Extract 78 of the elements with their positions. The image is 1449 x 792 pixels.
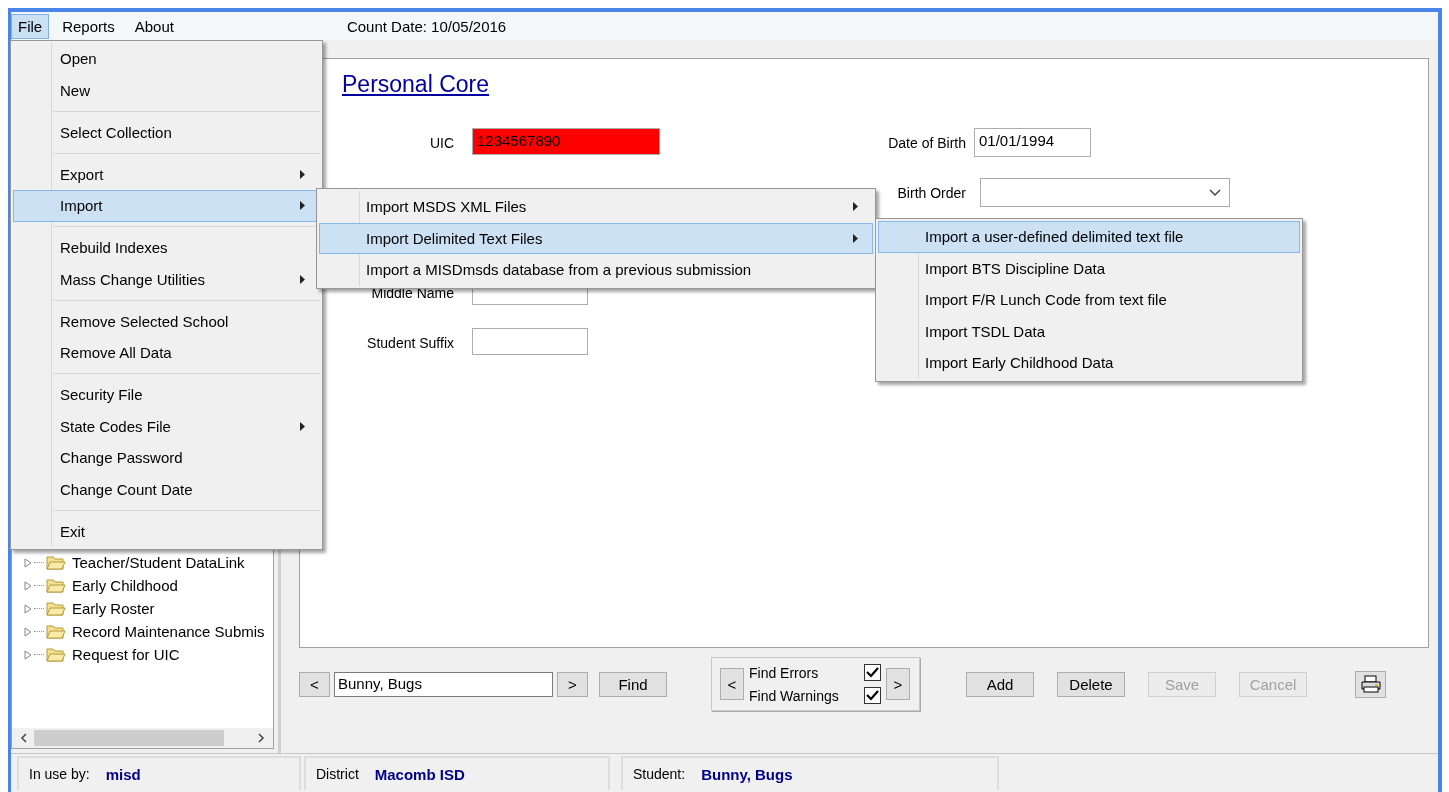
menu-item[interactable]: Import a MISDmsds database from a previous submission bbox=[319, 254, 873, 286]
dropdown[interactable] bbox=[980, 178, 1230, 207]
horizontal-scrollbar[interactable] bbox=[12, 728, 273, 748]
submenu-arrow-icon bbox=[300, 201, 305, 211]
status-label: In use by: bbox=[29, 766, 90, 782]
folder-icon bbox=[46, 601, 66, 616]
menu-item[interactable]: Export bbox=[13, 158, 320, 190]
tree-item[interactable]: Request for UIC bbox=[72, 646, 180, 663]
previous-button[interactable]: < bbox=[720, 668, 744, 700]
previous-button[interactable]: < bbox=[299, 671, 330, 697]
menu-item[interactable]: Mass Change Utilities bbox=[13, 263, 320, 295]
menu-item[interactable]: State Codes File bbox=[13, 410, 320, 442]
next-button[interactable]: > bbox=[886, 668, 910, 700]
print-button[interactable] bbox=[1355, 670, 1386, 698]
menu-item[interactable]: Rebuild Indexes bbox=[13, 232, 320, 264]
checkbox-label: Find Warnings bbox=[749, 687, 839, 704]
field-label: Birth Order bbox=[896, 184, 966, 201]
folder-icon bbox=[46, 555, 66, 570]
tree-item[interactable]: Record Maintenance Submis bbox=[72, 623, 265, 640]
tree-item[interactable]: Early Childhood bbox=[72, 577, 178, 594]
status-label: Student: bbox=[633, 766, 686, 782]
menu-item[interactable]: Select Collection bbox=[13, 116, 320, 148]
menu-item[interactable]: Change Count Date bbox=[13, 473, 320, 505]
tree-item[interactable]: Early Roster bbox=[72, 600, 155, 617]
menu-item[interactable]: Import F/R Lunch Code from text file bbox=[878, 284, 1300, 316]
input-field[interactable]: 01/01/1994 bbox=[974, 128, 1091, 157]
menu-item[interactable]: Import Early Childhood Data bbox=[878, 347, 1300, 379]
next-button[interactable]: > bbox=[557, 671, 588, 697]
submenu-arrow-icon bbox=[853, 233, 858, 243]
status-value: Bunny, Bugs bbox=[701, 765, 793, 783]
expand-icon[interactable] bbox=[24, 557, 32, 568]
form-title[interactable]: Personal Core bbox=[342, 71, 490, 98]
input-field[interactable] bbox=[472, 328, 588, 355]
submenu-arrow-icon bbox=[853, 202, 858, 212]
folder-icon bbox=[46, 578, 66, 593]
menu-item[interactable]: Open bbox=[13, 43, 320, 75]
tree-item[interactable]: Teacher/Student DataLink bbox=[72, 554, 245, 571]
count-date: Count Date: 10/05/2016 bbox=[346, 17, 507, 35]
search-field[interactable]: Bunny, Bugs bbox=[334, 671, 553, 697]
action-button[interactable]: Add bbox=[966, 671, 1034, 697]
menu-item[interactable]: Import Delimited Text Files bbox=[319, 222, 873, 254]
expand-icon[interactable] bbox=[24, 603, 32, 614]
menu-item[interactable]: New bbox=[13, 74, 320, 106]
submenu-arrow-icon bbox=[300, 169, 305, 179]
menu-item[interactable]: Remove Selected School bbox=[13, 305, 320, 337]
menu-item[interactable]: Reports bbox=[55, 13, 122, 39]
find-button[interactable]: Find bbox=[599, 671, 667, 697]
menu-item[interactable]: Import MSDS XML Files bbox=[319, 191, 873, 223]
scroll-left-icon[interactable] bbox=[20, 733, 28, 743]
folder-icon bbox=[46, 647, 66, 662]
checkbox[interactable] bbox=[864, 664, 881, 681]
menu-item[interactable]: Change Password bbox=[13, 442, 320, 474]
menu-item[interactable]: Import a user-defined delimited text file bbox=[878, 221, 1300, 253]
menu-item[interactable]: Exit bbox=[13, 515, 320, 547]
checkbox[interactable] bbox=[864, 687, 881, 704]
scroll-right-icon[interactable] bbox=[257, 733, 265, 743]
menu-item[interactable]: Import TSDL Data bbox=[878, 315, 1300, 347]
field-label: UIC bbox=[428, 134, 454, 151]
submenu-arrow-icon bbox=[300, 274, 305, 284]
folder-icon bbox=[46, 624, 66, 639]
action-button[interactable]: Delete bbox=[1057, 671, 1125, 697]
menu-item[interactable]: Import BTS Discipline Data bbox=[878, 252, 1300, 284]
expand-icon[interactable] bbox=[24, 626, 32, 637]
field-label: Student Suffix bbox=[366, 334, 454, 351]
menu-item[interactable]: Security File bbox=[13, 379, 320, 411]
menu-item[interactable]: File bbox=[11, 13, 50, 39]
status-value: misd bbox=[105, 765, 141, 783]
status-value: Macomb ISD bbox=[374, 765, 465, 783]
chevron-down-icon bbox=[1209, 188, 1221, 197]
menu-item[interactable]: Remove All Data bbox=[13, 337, 320, 369]
menu-item[interactable]: About bbox=[127, 13, 181, 39]
expand-icon[interactable] bbox=[24, 649, 32, 660]
field-label: Date of Birth bbox=[887, 134, 966, 151]
input-field[interactable]: 1234567890 bbox=[472, 128, 660, 155]
submenu-arrow-icon bbox=[300, 421, 305, 431]
status-label: District bbox=[316, 766, 359, 782]
expand-icon[interactable] bbox=[24, 580, 32, 591]
checkbox-label: Find Errors bbox=[749, 664, 819, 681]
